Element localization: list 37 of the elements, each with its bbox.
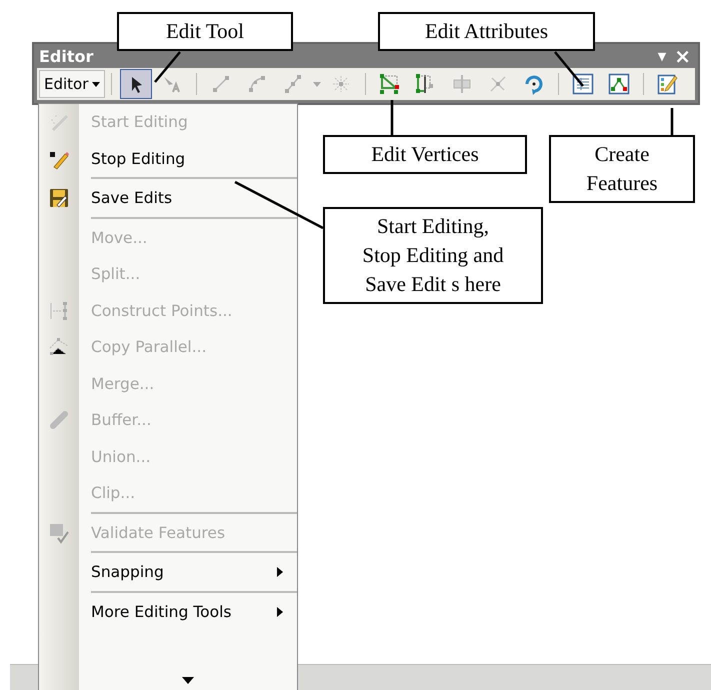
sketch-icon	[608, 73, 630, 95]
line-icon	[211, 74, 232, 94]
submenu-arrow-icon	[277, 567, 283, 578]
editor-dropdown[interactable]: Editor	[39, 70, 106, 98]
menu-item[interactable]: Save Edits	[39, 180, 297, 216]
caret-icon	[92, 82, 100, 86]
menu-item[interactable]: Stop Editing	[39, 140, 297, 177]
check-icon	[48, 522, 70, 544]
arc-icon	[247, 74, 268, 94]
midpoint-icon	[331, 74, 352, 94]
table-icon	[572, 73, 594, 95]
close-button[interactable]: ×	[670, 46, 695, 66]
callout-text: Create	[594, 141, 650, 168]
vertices-icon	[379, 73, 402, 95]
intersect-icon	[488, 74, 508, 94]
split-icon	[451, 73, 474, 95]
callout-text: Edit Vertices	[371, 141, 479, 168]
form-pencil-icon	[657, 73, 680, 95]
callout-text: Start Editing,	[377, 213, 489, 240]
rotate-icon	[523, 73, 546, 95]
expand-arrow-icon[interactable]	[182, 677, 194, 684]
menu-item[interactable]: More Editing Tools	[39, 594, 297, 630]
floppy-pencil-icon	[48, 187, 70, 210]
callout-text: Stop Editing and	[362, 242, 504, 269]
points-icon	[48, 300, 70, 322]
tool-button[interactable]	[120, 69, 152, 99]
callout-text: Save Edit s here	[365, 271, 501, 298]
menu-item[interactable]: Snapping	[39, 554, 297, 590]
caret-icon	[313, 82, 322, 86]
submenu-arrow-icon	[277, 606, 283, 617]
window-title: Editor	[38, 46, 94, 66]
callout-text: Edit Attributes	[424, 18, 548, 45]
callout-text: Edit Tool	[166, 18, 244, 45]
capsule-icon	[48, 409, 70, 432]
callout-text: Features	[586, 170, 658, 197]
line-icon	[283, 74, 304, 94]
window-menu-button[interactable]: ▼	[654, 50, 670, 62]
